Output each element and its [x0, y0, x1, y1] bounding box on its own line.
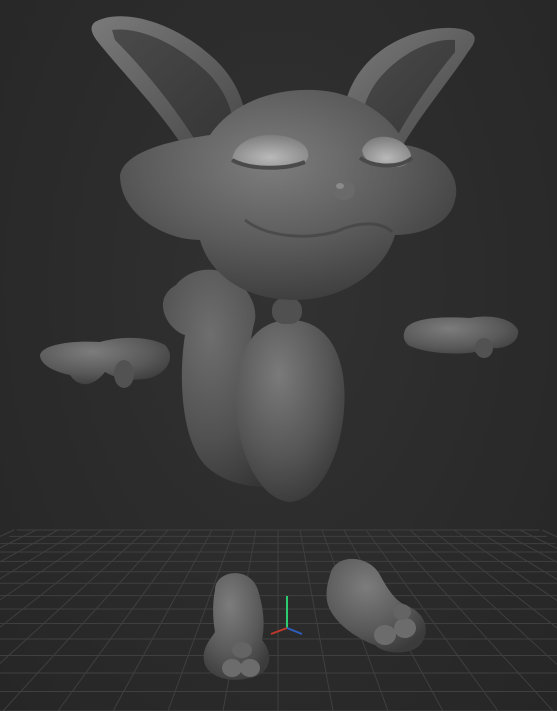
grid-line [0, 529, 15, 537]
grid-line [57, 529, 191, 711]
grid-line [0, 529, 103, 601]
model-foot-left[interactable] [203, 573, 270, 680]
axis-x-line [270, 627, 288, 635]
3d-viewport[interactable] [0, 0, 557, 711]
nose [333, 180, 355, 200]
grid-line [2, 529, 169, 711]
model-hand-left[interactable] [40, 337, 170, 388]
grid-line [519, 529, 557, 550]
grid-line [453, 529, 557, 602]
grid-line [112, 529, 213, 711]
model-hand-right[interactable] [403, 316, 519, 359]
grid-line [541, 529, 557, 538]
viewport-canvas[interactable] [0, 0, 557, 711]
axis-gizmo [270, 596, 303, 635]
grid-line [0, 529, 81, 580]
model-foot-right[interactable] [326, 558, 426, 653]
grid-line [475, 529, 557, 580]
grid-line [431, 529, 557, 629]
axis-z-line [286, 627, 303, 635]
grid-line [0, 529, 37, 549]
grid-line [299, 529, 334, 711]
ground-grid [0, 529, 557, 711]
